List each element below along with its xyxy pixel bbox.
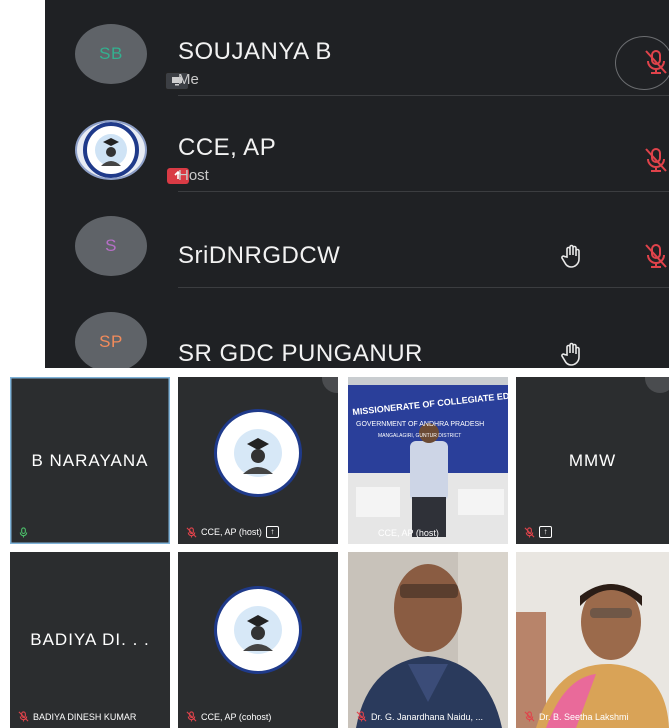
tile-caption: Dr. B. Seetha Lakshmi [524,711,629,722]
participant-name: SriDNRGDCW [178,242,341,269]
mic-off-icon [524,711,535,722]
banner-text: MANGALAGIRI, GUNTUR DISTRICT [378,433,462,439]
tile-caption-text: CCE, AP (host) [201,527,262,537]
person-video-feed [348,552,508,728]
mic-off-icon [186,711,197,722]
video-tile-janardhana[interactable]: Dr. G. Janardhana Naidu, ... [348,552,508,728]
cce-logo [214,586,302,674]
mic-off-icon[interactable] [642,242,669,270]
tile-caption-text: BADIYA DINESH KUMAR [33,711,137,722]
video-tile-cce-room[interactable]: MISSIONERATE OF COLLEGIATE EDUCA GOVERNM… [348,377,508,544]
participant-name: SOUJANYA B [178,38,332,65]
raised-hand-icon [561,244,580,268]
emblem-icon [234,428,282,477]
participant-row[interactable]: S SriDNRGDCW [45,192,669,288]
tile-name: MMW [568,450,617,470]
tile-caption-text: CCE, AP (cohost) [201,711,272,722]
participant-row[interactable]: CCE, AP Host [45,96,669,192]
banner-text: GOVERNMENT OF ANDHRA PRADESH [356,421,485,428]
video-tile-badiya[interactable]: BADIYA DI. . . BADIYA DINESH KUMAR [10,552,170,728]
participant-row[interactable]: SB SOUJANYA B Me [45,0,669,96]
video-tile-mmw[interactable]: MMW ↑ [516,377,669,544]
tile-name: BADIYA DI. . . [30,630,150,649]
avatar-initials: SB [99,44,123,63]
participant-row[interactable]: SP SR GDC PUNGANUR [45,288,669,368]
mic-on-icon [19,527,28,538]
video-tile-cce-host[interactable]: CCE, AP (host) ↑ [178,377,338,544]
share-up-icon: ↑ [265,526,279,538]
video-tile-b-narayana[interactable]: B NARAYANA [10,377,170,544]
avatar: SB [75,24,147,84]
tile-caption-text: Dr. G. Janardhana Naidu, ... [371,711,484,722]
avatar-initials: SP [99,332,123,351]
person-video-feed [516,552,669,728]
avatar: S [75,216,147,276]
tile-name: B NARAYANA [31,450,149,470]
mic-off-icon [356,711,367,722]
video-tile-cce-cohost[interactable]: CCE, AP (cohost) [178,552,338,728]
more-options-button[interactable] [645,377,669,393]
avatar: SP [75,312,147,368]
video-tile-seetha[interactable]: Dr. B. Seetha Lakshmi [516,552,669,728]
participant-role: Host [178,167,209,184]
cce-logo-avatar [75,120,147,180]
tile-caption [18,527,29,538]
participants-panel: SB SOUJANYA B Me CCE, AP Host S SriDNRGD… [45,0,669,368]
more-options-button[interactable] [322,377,338,393]
participant-name: SR GDC PUNGANUR [178,340,423,367]
tile-caption: CCE, AP (cohost) [186,711,271,722]
tile-caption: CCE, AP (host) [378,528,439,538]
tile-caption-text: Dr. B. Seetha Lakshmi [539,711,629,722]
tile-caption: ↑ [524,526,552,538]
mic-off-icon[interactable] [642,146,669,174]
mic-off-icon [524,526,535,538]
mic-off-icon [18,711,29,722]
tile-caption: BADIYA DINESH KUMAR [18,711,136,722]
emblem-icon [83,122,139,178]
cce-logo [214,408,302,497]
participant-name: CCE, AP [178,134,277,161]
share-up-icon: ↑ [539,526,552,538]
tile-caption: CCE, AP (host) ↑ [186,526,279,538]
participant-role: Me [178,71,199,88]
tile-caption: Dr. G. Janardhana Naidu, ... [356,711,483,722]
emblem-icon [234,606,282,654]
avatar-initials: S [105,236,117,255]
mic-off-icon [645,50,667,74]
raised-hand-icon [561,342,580,366]
mic-off-icon [186,526,197,538]
tile-caption-text: CCE, AP (host) [378,528,439,538]
